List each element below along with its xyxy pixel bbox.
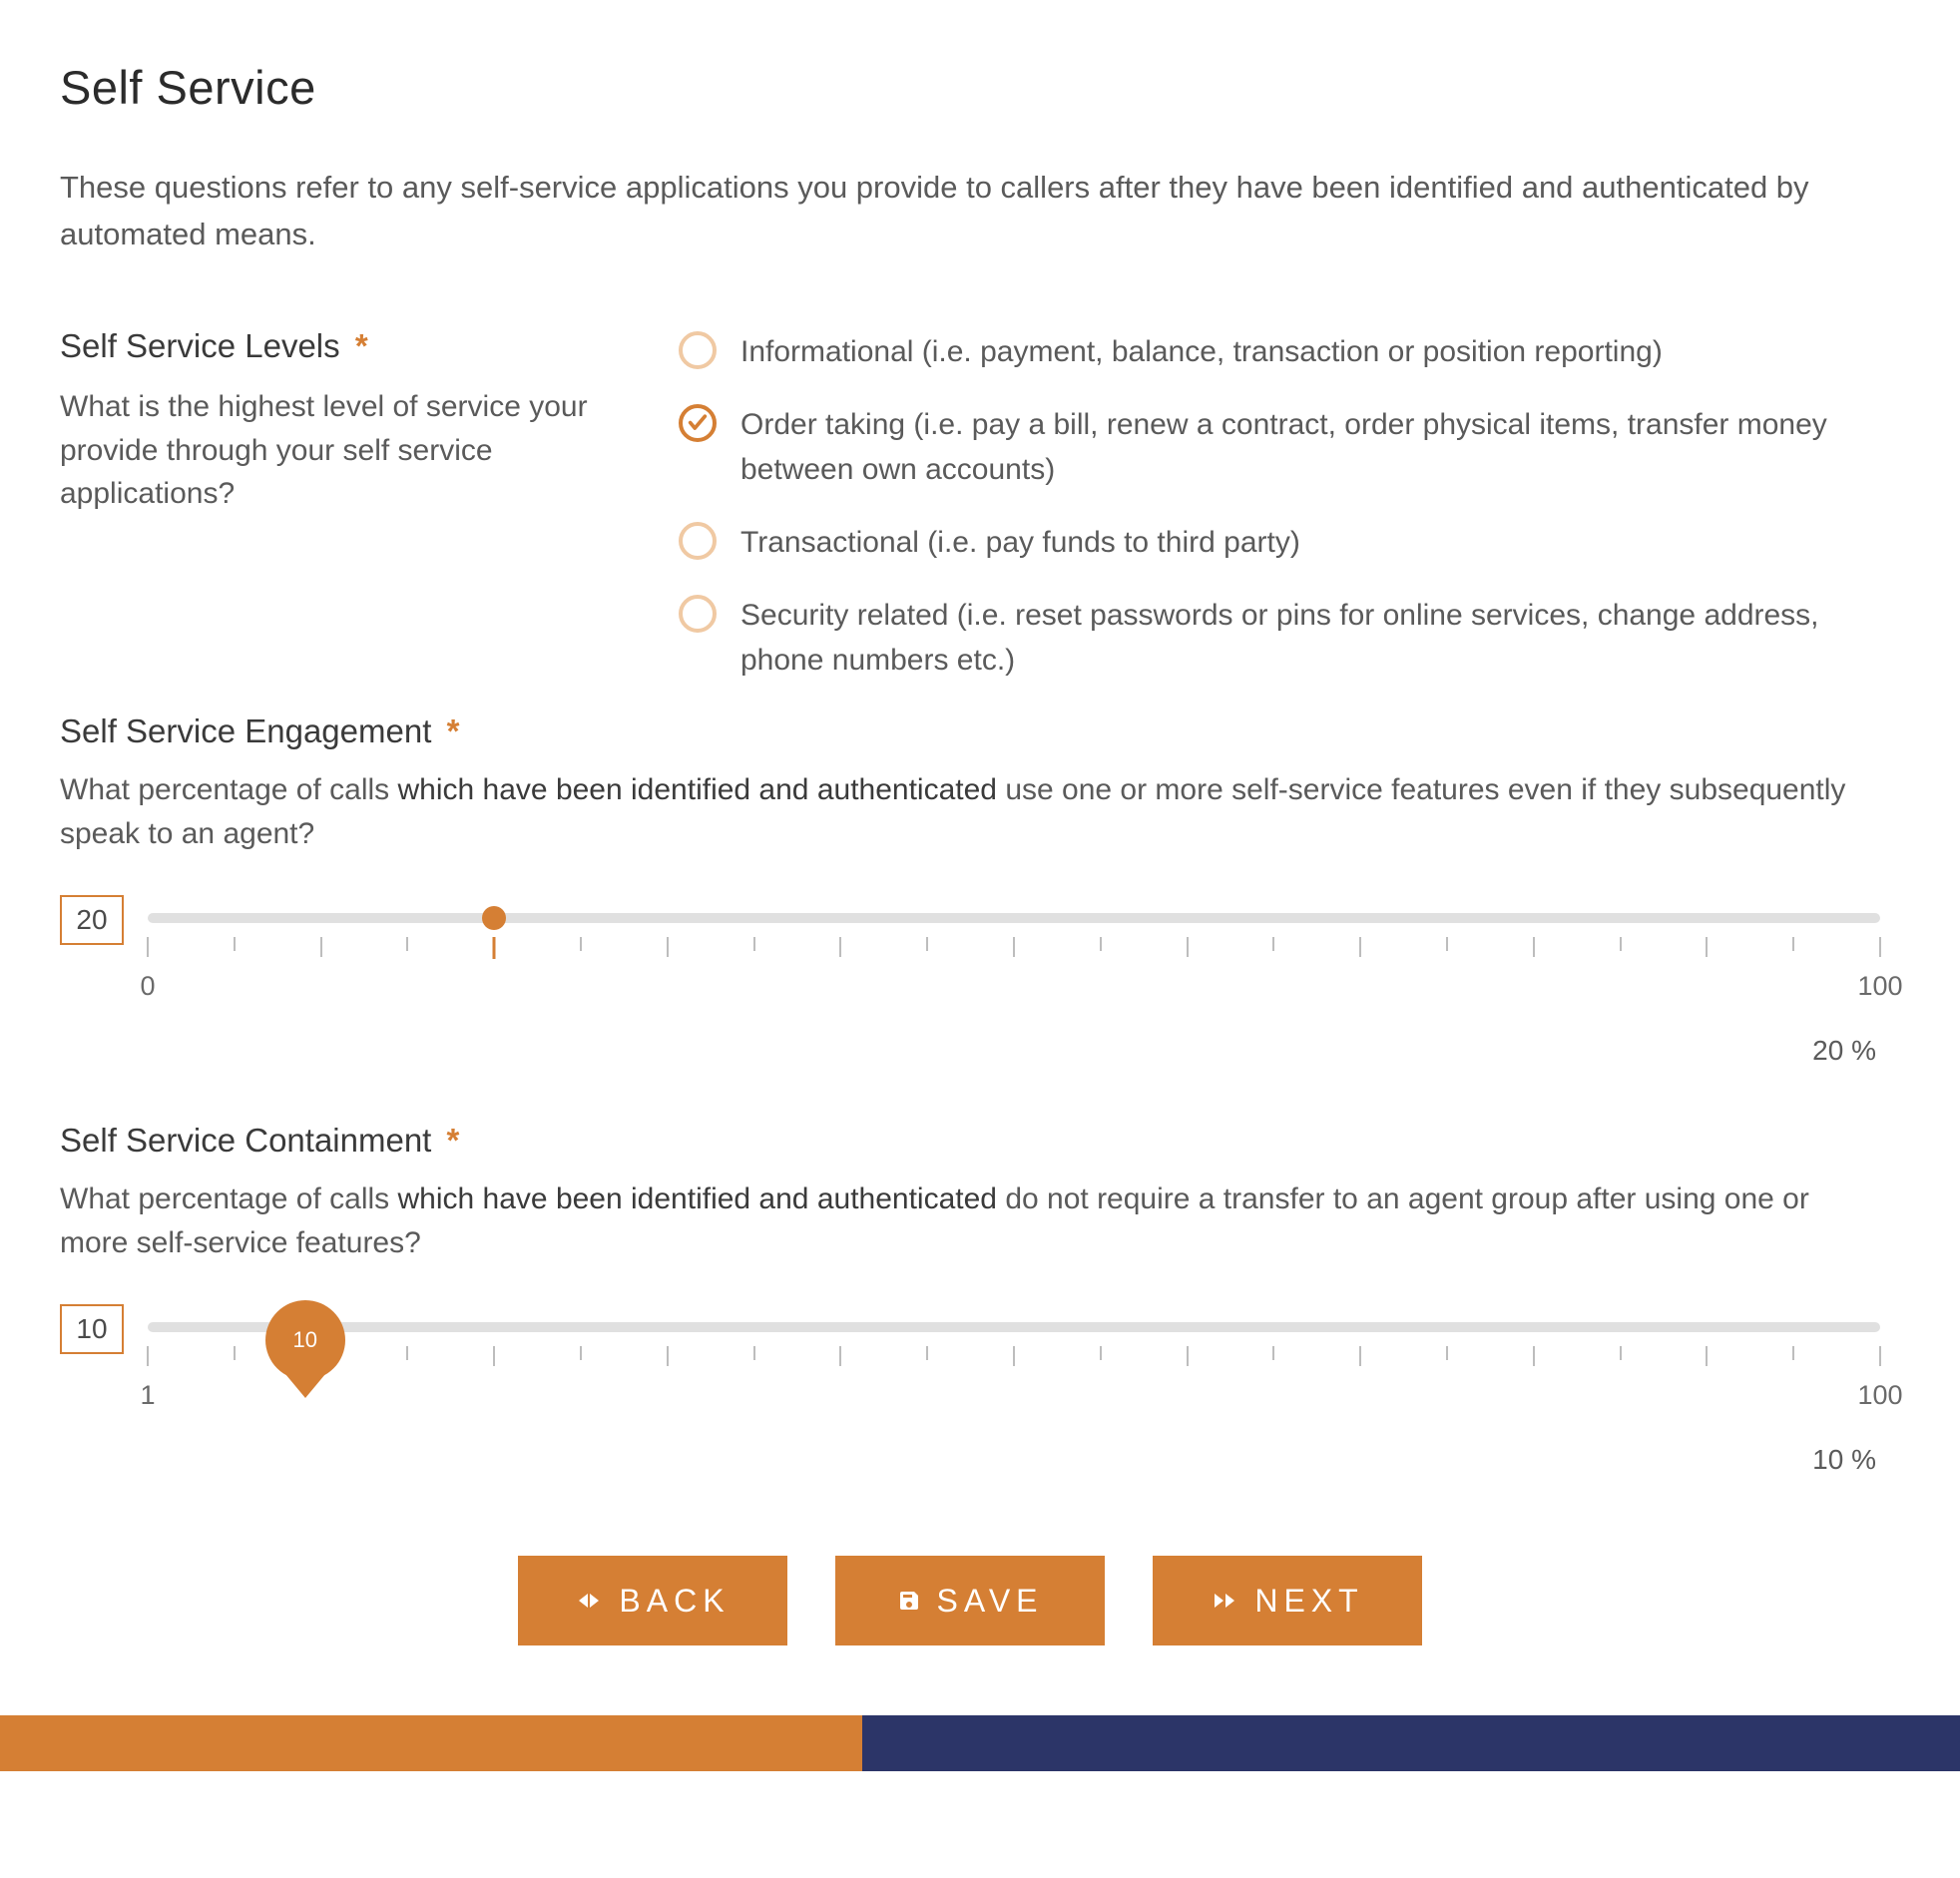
radio-order-taking[interactable]: Order taking (i.e. pay a bill, renew a c… [679,402,1880,492]
radio-label: Transactional (i.e. pay funds to third p… [740,520,1300,565]
radio-security[interactable]: Security related (i.e. reset passwords o… [679,593,1880,683]
containment-pct-label: 10 % [60,1444,1880,1476]
containment-ticks [148,1346,1880,1376]
fast-forward-icon [1211,1589,1238,1613]
slider-tooltip: 10 [265,1300,345,1380]
radio-circle-icon [679,331,717,369]
levels-label: Self Service Levels * [60,327,619,365]
engagement-label: Self Service Engagement * [60,712,1880,750]
range-max: 100 [1857,1380,1902,1411]
engagement-ticks [148,937,1880,967]
footer-orange [0,1715,862,1771]
engagement-slider[interactable] [148,913,1880,923]
levels-sub: What is the highest level of service you… [60,385,619,516]
section-containment: Self Service Containment * What percenta… [60,1122,1880,1476]
radio-circle-checked-icon [679,404,717,442]
levels-radio-list: Informational (i.e. payment, balance, tr… [679,327,1880,683]
next-label: NEXT [1254,1583,1363,1620]
radio-label: Security related (i.e. reset passwords o… [740,593,1880,683]
radio-label: Informational (i.e. payment, balance, tr… [740,329,1663,374]
section-engagement: Self Service Engagement * What percentag… [60,712,1880,1067]
radio-informational[interactable]: Informational (i.e. payment, balance, tr… [679,329,1880,374]
containment-sub-bold: which have been identified and authentic… [398,1182,997,1215]
engagement-sub: What percentage of calls which have been… [60,768,1880,855]
range-min: 0 [140,971,155,1002]
save-icon [897,1589,921,1613]
footer-bar [0,1715,1960,1771]
containment-label-text: Self Service Containment [60,1122,431,1159]
range-min: 1 [140,1380,155,1411]
back-label: BACK [619,1583,730,1620]
save-button[interactable]: SAVE [835,1556,1105,1645]
rewind-icon [575,1589,603,1613]
containment-label: Self Service Containment * [60,1122,1880,1160]
required-star-icon: * [447,1122,460,1159]
containment-range-labels: 1 100 [148,1380,1880,1414]
section-levels: Self Service Levels * What is the highes… [60,327,1880,683]
next-button[interactable]: NEXT [1153,1556,1422,1645]
button-bar: BACK SAVE NEXT [60,1556,1880,1645]
engagement-label-text: Self Service Engagement [60,712,431,749]
engagement-value-box[interactable]: 20 [60,895,124,945]
engagement-sub-bold: which have been identified and authentic… [398,773,997,806]
radio-label: Order taking (i.e. pay a bill, renew a c… [740,402,1880,492]
footer-navy [862,1715,1960,1771]
radio-transactional[interactable]: Transactional (i.e. pay funds to third p… [679,520,1880,565]
back-button[interactable]: BACK [518,1556,787,1645]
containment-slider[interactable] [148,1322,1880,1332]
levels-label-text: Self Service Levels [60,327,340,364]
required-star-icon: * [355,327,368,364]
save-label: SAVE [937,1583,1044,1620]
range-max: 100 [1857,971,1902,1002]
slider-thumb[interactable] [482,906,506,930]
radio-circle-icon [679,522,717,560]
required-star-icon: * [447,712,460,749]
engagement-pct-label: 20 % [60,1035,1880,1067]
containment-value-box[interactable]: 10 [60,1304,124,1354]
page-title: Self Service [60,60,1880,115]
containment-sub: What percentage of calls which have been… [60,1177,1880,1264]
radio-circle-icon [679,595,717,633]
engagement-sub-pre: What percentage of calls [60,773,398,806]
containment-sub-pre: What percentage of calls [60,1182,398,1215]
engagement-range-labels: 0 100 [148,971,1880,1005]
intro-text: These questions refer to any self-servic… [60,165,1880,257]
